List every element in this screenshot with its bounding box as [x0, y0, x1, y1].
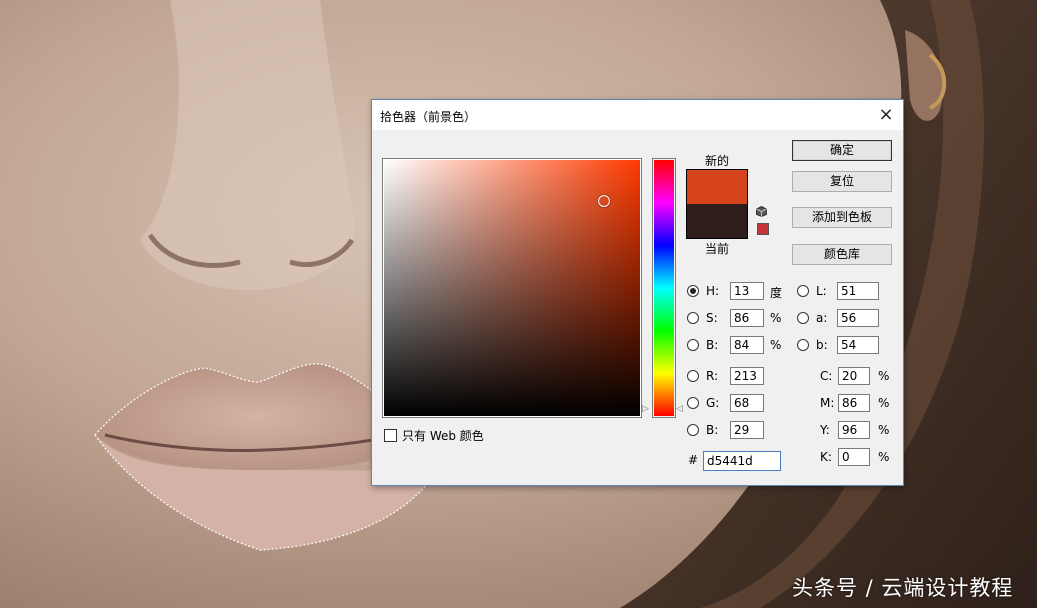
blue-field[interactable]: B: 29 [687, 421, 787, 441]
lightness-field[interactable]: L: 51 [797, 282, 897, 302]
saturation-label: S: [706, 311, 718, 325]
green-label: G: [706, 396, 720, 410]
blue-radio[interactable] [687, 424, 699, 436]
hue-slider[interactable] [652, 158, 676, 418]
lightness-label: L: [816, 284, 827, 298]
hue-slider-right-arrow-icon[interactable]: ◁ [676, 405, 683, 414]
saturation-radio[interactable] [687, 312, 699, 324]
yellow-input[interactable]: 96 [838, 421, 870, 439]
brightness-input[interactable]: 84 [730, 336, 764, 354]
hue-input[interactable]: 13 [730, 282, 764, 300]
black-input[interactable]: 0 [838, 448, 870, 466]
green-radio[interactable] [687, 397, 699, 409]
hue-unit: 度 [770, 286, 783, 300]
yellow-unit: % [878, 423, 890, 437]
red-input[interactable]: 213 [730, 367, 764, 385]
cyan-label: C: [820, 369, 833, 383]
brightness-radio[interactable] [687, 339, 699, 351]
black-label: K: [820, 450, 832, 464]
current-color-swatch[interactable] [687, 204, 747, 238]
saturation-field[interactable]: S: 86 % [687, 309, 787, 329]
red-field[interactable]: R: 213 [687, 367, 787, 387]
hue-spectrum-bar[interactable] [654, 160, 674, 416]
magenta-unit: % [878, 396, 890, 410]
web-only-label: 只有 Web 颜色 [402, 429, 484, 443]
cube-icon[interactable] [756, 206, 767, 217]
magenta-label: M: [820, 396, 835, 410]
lab-a-radio[interactable] [797, 312, 809, 324]
hue-radio[interactable] [687, 285, 699, 297]
yellow-label: Y: [820, 423, 830, 437]
cyan-field[interactable]: C: 20 % [820, 367, 900, 387]
brightness-unit: % [770, 338, 782, 352]
black-field[interactable]: K: 0 % [820, 448, 900, 468]
red-radio[interactable] [687, 370, 699, 382]
close-icon[interactable]: × [875, 104, 897, 126]
lab-a-label: a: [816, 311, 828, 325]
cyan-unit: % [878, 369, 890, 383]
lab-a-input[interactable]: 56 [837, 309, 879, 327]
lightness-radio[interactable] [797, 285, 809, 297]
lab-b-input[interactable]: 54 [837, 336, 879, 354]
red-label: R: [706, 369, 719, 383]
hue-field[interactable]: H: 13 度 [687, 282, 787, 302]
green-input[interactable]: 68 [730, 394, 764, 412]
dialog-titlebar[interactable]: 拾色器（前景色） × [372, 100, 903, 130]
ok-button[interactable]: 确定 [792, 140, 892, 161]
hex-input[interactable]: d5441d [703, 451, 781, 471]
current-color-label: 当前 [705, 242, 730, 256]
lab-b-label: b: [816, 338, 828, 352]
web-only-colors[interactable]: 只有 Web 颜色 [384, 427, 484, 444]
hue-slider-left-arrow-icon[interactable]: ▷ [642, 405, 649, 414]
new-color-label: 新的 [705, 154, 730, 168]
lab-b-field[interactable]: b: 54 [797, 336, 897, 356]
color-picker-dialog: 拾色器（前景色） × ▷ ◁ 只有 Web 颜色 新的 当前 确定 复位 添加到… [371, 99, 904, 486]
magenta-field[interactable]: M: 86 % [820, 394, 900, 414]
blue-label: B: [706, 423, 719, 437]
dialog-body: ▷ ◁ 只有 Web 颜色 新的 当前 确定 复位 添加到色板 颜色库 H: 1… [372, 130, 903, 485]
color-preview [686, 169, 748, 239]
gamut-warning-icon[interactable] [757, 223, 769, 235]
blue-input[interactable]: 29 [730, 421, 764, 439]
lightness-input[interactable]: 51 [837, 282, 879, 300]
lab-a-field[interactable]: a: 56 [797, 309, 897, 329]
web-only-checkbox[interactable] [384, 429, 397, 442]
green-field[interactable]: G: 68 [687, 394, 787, 414]
brightness-field[interactable]: B: 84 % [687, 336, 787, 356]
magenta-input[interactable]: 86 [838, 394, 870, 412]
color-field[interactable] [382, 158, 642, 418]
dialog-title: 拾色器（前景色） [380, 110, 477, 124]
hex-field[interactable]: # d5441d [688, 451, 788, 471]
brightness-label: B: [706, 338, 719, 352]
lab-b-radio[interactable] [797, 339, 809, 351]
hex-label: # [688, 453, 699, 467]
yellow-field[interactable]: Y: 96 % [820, 421, 900, 441]
saturation-input[interactable]: 86 [730, 309, 764, 327]
color-libraries-button[interactable]: 颜色库 [792, 244, 892, 265]
watermark-text: 头条号 / 云端设计教程 [792, 576, 1014, 600]
saturation-unit: % [770, 311, 782, 325]
add-to-swatches-button[interactable]: 添加到色板 [792, 207, 892, 228]
reset-button[interactable]: 复位 [792, 171, 892, 192]
hue-label: H: [706, 284, 720, 298]
black-unit: % [878, 450, 890, 464]
new-color-swatch [687, 170, 747, 204]
cyan-input[interactable]: 20 [838, 367, 870, 385]
